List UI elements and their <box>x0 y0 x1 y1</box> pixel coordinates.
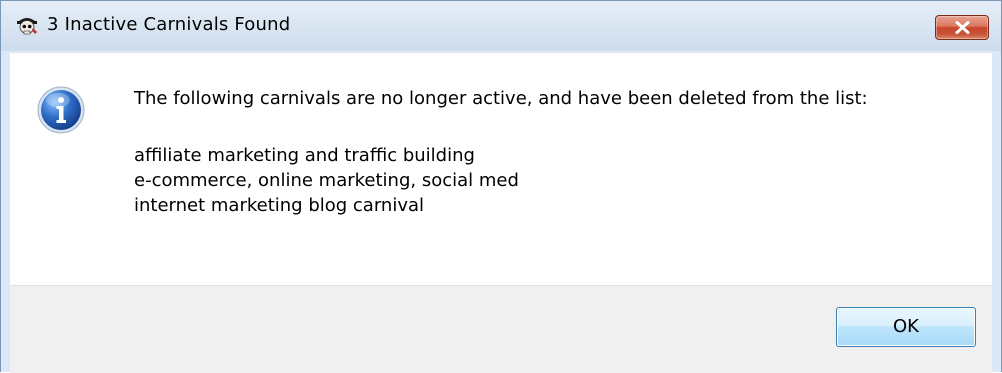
pirate-skull-icon <box>15 13 39 37</box>
close-button[interactable] <box>935 15 989 40</box>
dialog-window: 3 Inactive Carnivals Found The following… <box>0 0 1002 373</box>
message-text: The following carnivals are no longer ac… <box>134 88 868 109</box>
title-bar[interactable]: 3 Inactive Carnivals Found <box>1 1 1001 51</box>
list-item: internet marketing blog carnival <box>134 195 425 216</box>
message-area: The following carnivals are no longer ac… <box>10 53 992 285</box>
close-x-icon <box>955 21 970 34</box>
window-title: 3 Inactive Carnivals Found <box>47 14 291 35</box>
list-item: e-commerce, online marketing, social med <box>134 170 519 191</box>
list-item: affiliate marketing and traffic building <box>134 145 475 166</box>
information-icon <box>37 86 85 134</box>
button-bar: OK <box>10 285 992 373</box>
ok-button[interactable]: OK <box>836 307 976 347</box>
